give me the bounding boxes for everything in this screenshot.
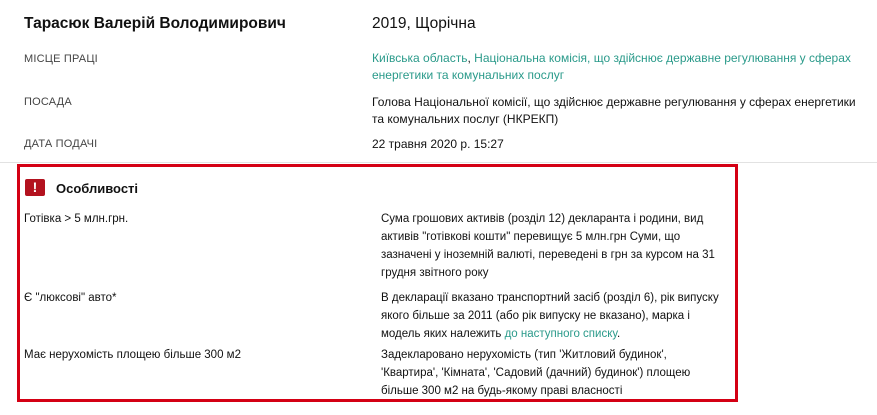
- date-value: 22 травня 2020 р. 15:27: [372, 137, 504, 151]
- feature-desc-luxury-car: В декларації вказано транспортний засіб …: [381, 289, 721, 343]
- warning-icon: !: [25, 179, 45, 196]
- feature-desc-luxury-car-end: .: [616, 328, 621, 340]
- date-label: ДАТА ПОДАЧІ: [24, 138, 98, 150]
- feature-desc-cash: Сума грошових активів (розділ 12) деклар…: [381, 213, 715, 279]
- person-name: Тарасюк Валерій Володимирович: [24, 15, 286, 32]
- feature-desc-real-estate: Задекларовано нерухомість (тип 'Житловий…: [381, 349, 691, 397]
- luxury-list-link[interactable]: до наступного списку: [505, 328, 617, 340]
- position-label: ПОСАДА: [24, 96, 72, 108]
- declaration-type: 2019, Щорічна: [372, 15, 476, 32]
- position-value: Голова Національної комісії, що здійснює…: [372, 95, 856, 126]
- feature-rule-luxury-car: Є "люксові" авто*: [24, 292, 117, 304]
- features-title: Особливості: [56, 181, 139, 196]
- divider: [0, 162, 877, 163]
- feature-rule-real-estate: Має нерухомість площею більше 300 м2: [24, 349, 241, 361]
- feature-rule-cash: Готівка > 5 млн.грн.: [24, 213, 129, 225]
- workplace-value: Київська область, Національна комісія, щ…: [372, 50, 852, 84]
- workplace-region-link[interactable]: Київська область: [372, 51, 467, 65]
- workplace-label: МІСЦЕ ПРАЦІ: [24, 53, 98, 65]
